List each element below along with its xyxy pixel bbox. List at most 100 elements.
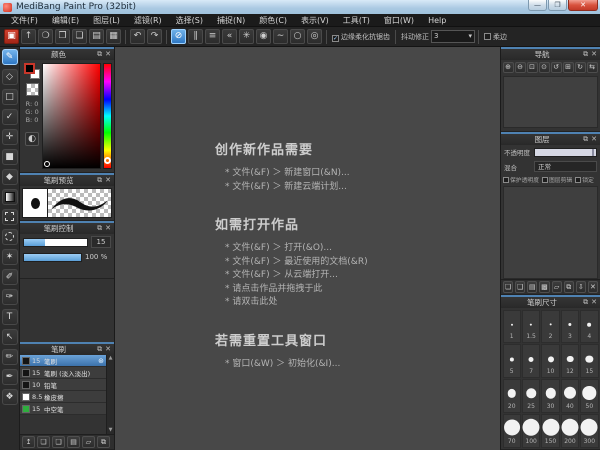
pen-tool[interactable]: ✏: [1, 349, 18, 365]
brush-opacity-slider[interactable]: [23, 252, 82, 262]
brush-size-cell[interactable]: 70: [502, 413, 521, 448]
snap-radial-icon[interactable]: ◎: [307, 29, 322, 44]
menu-item-0[interactable]: 文件(F): [4, 14, 45, 27]
snap-off-icon[interactable]: ⊘: [171, 29, 186, 44]
transparent-color-button[interactable]: [25, 83, 39, 96]
brush-list-item[interactable]: 15 笔刷 (淡入淡出): [20, 367, 106, 379]
saturation-value-picker[interactable]: [42, 63, 101, 169]
eyedropper-tool[interactable]: ✒: [1, 369, 18, 385]
menu-item-6[interactable]: 颜色(C): [252, 14, 294, 27]
brush-size-cell[interactable]: 50: [580, 379, 599, 413]
brush-size-cell[interactable]: 150: [541, 413, 560, 448]
close-icon[interactable]: ✕: [591, 297, 597, 308]
brush-list-item[interactable]: 15 笔刷 ⊛: [20, 355, 106, 367]
new-halftone-layer-icon[interactable]: ▩: [539, 281, 550, 293]
select-pen-tool[interactable]: ✐: [1, 269, 18, 285]
add-brush-icon[interactable]: ❏: [37, 436, 50, 448]
rotate-left-icon[interactable]: ↺: [550, 62, 562, 73]
publish-icon[interactable]: ❐: [55, 29, 70, 44]
operation-tool[interactable]: ↖: [1, 329, 18, 345]
magic-wand-tool[interactable]: ✶: [1, 249, 18, 265]
hand-tool[interactable]: ❖: [1, 389, 18, 405]
marquee-tool[interactable]: □: [1, 89, 18, 105]
foreground-color-swatch[interactable]: [23, 63, 35, 74]
add-brush-menu-icon[interactable]: ❑: [52, 436, 65, 448]
checkbox-icon[interactable]: [542, 176, 548, 183]
dot-pen-tool[interactable]: ◇: [1, 69, 18, 85]
fill-rect-tool[interactable]: ■: [1, 149, 18, 165]
popout-icon[interactable]: ⧉: [97, 223, 102, 234]
soften-edge-checkbox[interactable]: ✓ 边缘柔化抗锯齿: [332, 32, 390, 42]
fit-view-icon[interactable]: ⊡: [526, 62, 538, 73]
rotate-right-icon[interactable]: ↻: [574, 62, 586, 73]
menu-item-2[interactable]: 图层(L): [86, 14, 127, 27]
layer-checkbox-0[interactable]: 保护透明度: [503, 175, 539, 184]
hue-marker[interactable]: [104, 157, 111, 164]
scroll-down-icon[interactable]: ▼: [109, 427, 113, 434]
layer-list[interactable]: [503, 186, 598, 279]
menu-item-4[interactable]: 选择(S): [169, 14, 210, 27]
brush-size-cell[interactable]: 5: [502, 344, 521, 378]
duplicate-layer-icon[interactable]: ⧉: [563, 281, 574, 293]
brush-size-slider[interactable]: [23, 237, 88, 247]
document-icon[interactable]: ❏: [72, 29, 87, 44]
popout-icon[interactable]: ⧉: [583, 134, 588, 145]
brush-list-scrollbar[interactable]: ▲ ▼: [106, 355, 114, 434]
brush-size-cell[interactable]: 200: [560, 413, 580, 448]
upload-brush-icon[interactable]: ↥: [22, 436, 35, 448]
brush-size-value[interactable]: 15: [91, 236, 111, 248]
layer-folder-icon[interactable]: ▱: [551, 281, 562, 293]
snap-horizontal-icon[interactable]: ≡: [205, 29, 220, 44]
brush-size-cell[interactable]: 30: [541, 379, 560, 413]
snap-curve-icon[interactable]: ∼: [273, 29, 288, 44]
brush-size-cell[interactable]: 3: [560, 309, 580, 344]
menu-item-3[interactable]: 滤镜(R): [127, 14, 169, 27]
brush-size-cell[interactable]: 10: [541, 344, 560, 378]
redo-icon[interactable]: ↷: [147, 29, 162, 44]
brush-size-cell[interactable]: 4: [580, 309, 599, 344]
brush-size-cell[interactable]: 20: [502, 379, 521, 413]
bucket-tool[interactable]: ◆: [1, 169, 18, 185]
lasso-tool[interactable]: [1, 229, 18, 245]
popout-icon[interactable]: ⧉: [97, 175, 102, 186]
duplicate-brush-icon[interactable]: ⧉: [97, 436, 110, 448]
menu-item-10[interactable]: Help: [421, 14, 453, 27]
soft-edge-check-icon[interactable]: [484, 32, 491, 40]
merge-layer-icon[interactable]: ⇩: [575, 281, 586, 293]
close-icon[interactable]: ✕: [105, 175, 111, 186]
soften-edge-check-icon[interactable]: ✓: [332, 34, 339, 42]
menu-item-9[interactable]: 窗口(W): [377, 14, 421, 27]
tiles-icon[interactable]: ▦: [106, 29, 121, 44]
titlebar[interactable]: MediBang Paint Pro (32bit) — ❐ ✕: [0, 0, 600, 14]
brush-size-cell[interactable]: 15: [580, 344, 599, 378]
close-icon[interactable]: ✕: [105, 49, 111, 60]
menu-item-1[interactable]: 编辑(E): [45, 14, 86, 27]
checkbox-icon[interactable]: [503, 176, 509, 183]
new-8bit-layer-icon[interactable]: ❑: [515, 281, 526, 293]
menu-item-8[interactable]: 工具(T): [336, 14, 377, 27]
popout-icon[interactable]: ⧉: [97, 49, 102, 60]
scroll-up-icon[interactable]: ▲: [109, 355, 113, 362]
close-icon[interactable]: ✕: [591, 134, 597, 145]
close-button[interactable]: ✕: [568, 0, 598, 11]
select-eraser-tool[interactable]: ✑: [1, 289, 18, 305]
move-tool[interactable]: ✛: [1, 129, 18, 145]
snap-cross-icon[interactable]: ✳: [239, 29, 254, 44]
gradient-tool[interactable]: [1, 189, 18, 205]
popout-icon[interactable]: ⧉: [583, 49, 588, 60]
flip-icon[interactable]: ⇆: [586, 62, 598, 73]
brush-size-cell[interactable]: 300: [580, 413, 599, 448]
close-icon[interactable]: ✕: [105, 223, 111, 234]
brush-list-item[interactable]: 10 铅笔: [20, 379, 106, 391]
brush-size-cell[interactable]: 12: [560, 344, 580, 378]
brush-size-cell[interactable]: 100: [521, 413, 541, 448]
brush-size-cell[interactable]: 40: [560, 379, 580, 413]
close-icon[interactable]: ✕: [591, 49, 597, 60]
select-rect-tool[interactable]: [1, 209, 18, 225]
brush-folder-icon[interactable]: ▱: [82, 436, 95, 448]
new-layer-icon[interactable]: ❏: [503, 281, 514, 293]
canvas-area[interactable]: 创作新作品需要 * 文件(&F) ＞ 新建窗口(&N)... * 文件(&F) ＞ …: [115, 47, 500, 450]
maximize-button[interactable]: ❐: [548, 0, 567, 11]
checkbox-icon[interactable]: [575, 176, 582, 183]
brush-list-item[interactable]: 8.5 橡皮擦: [20, 391, 106, 403]
